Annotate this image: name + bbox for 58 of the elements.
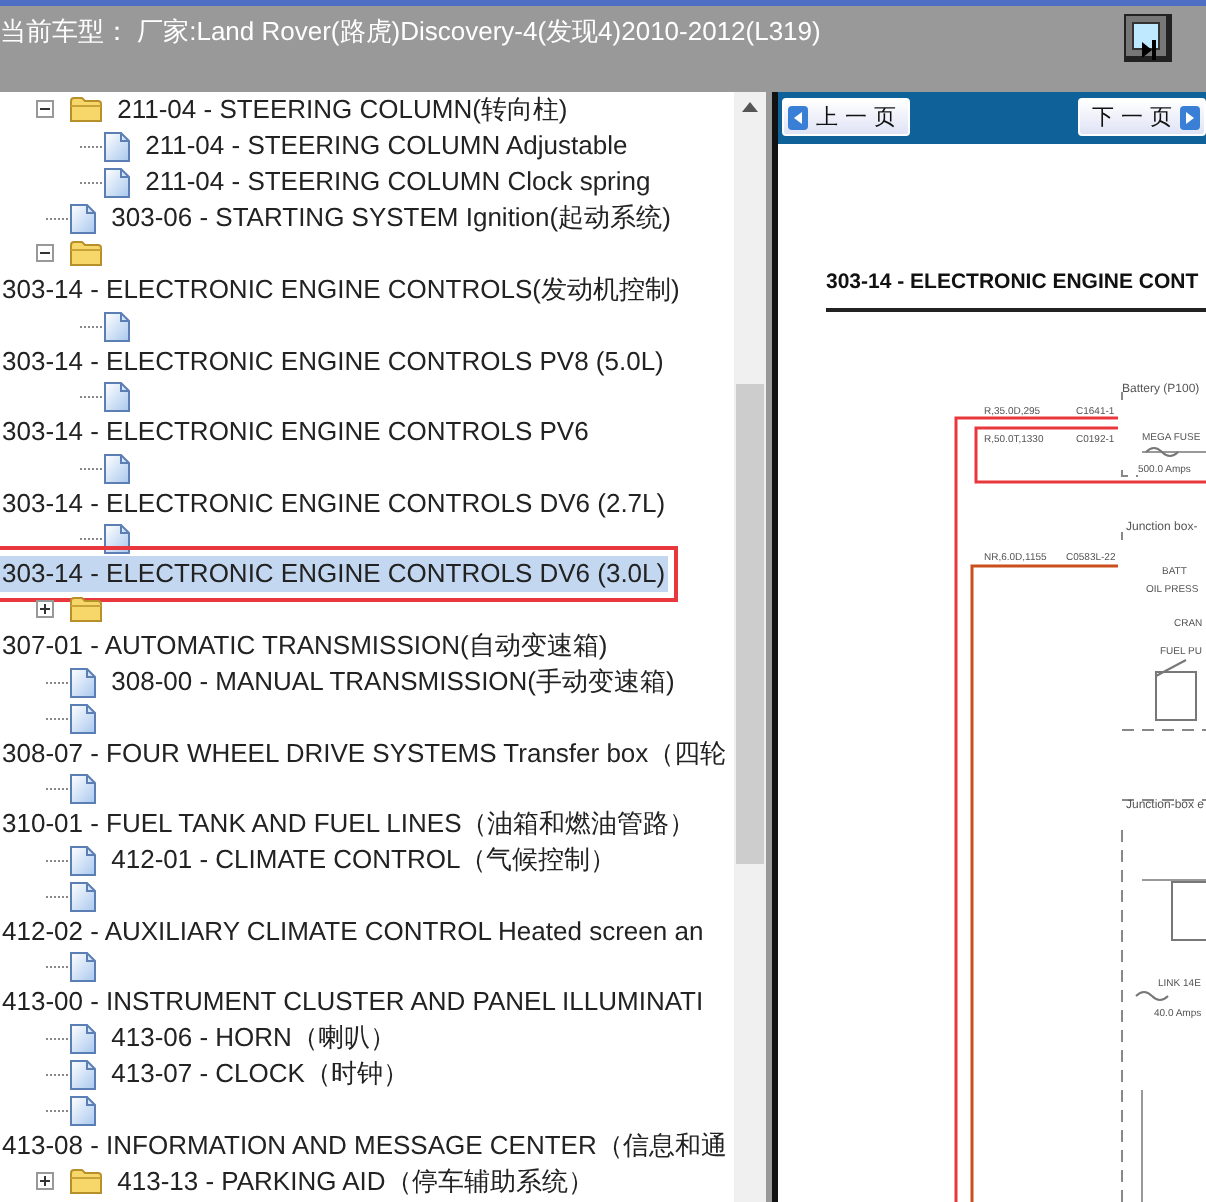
document-icon — [70, 1023, 96, 1054]
relay-symbol — [1171, 881, 1206, 941]
document-icon — [70, 204, 96, 234]
tree-item[interactable]: 211-04 - STEERING COLUMN Clock spring — [143, 164, 653, 200]
tree-item[interactable]: 303-14 - ELECTRONIC ENGINE CONTROLS DV6 (3.0L) — [0, 556, 668, 592]
tree-item[interactable]: 413-08 - INFORMATION AND MESSAGE CENTER（信息和通 — [0, 1127, 729, 1164]
scroll-up-icon[interactable] — [742, 102, 758, 112]
arrow-right-icon — [1180, 105, 1200, 129]
tree-item[interactable]: 211-04 - STEERING COLUMN(转向柱) — [115, 92, 570, 128]
go-button[interactable] — [1124, 14, 1172, 62]
tree-item[interactable]: 303-14 - ELECTRONIC ENGINE CONTROLS(发动机控制) — [0, 272, 682, 308]
fuse-symbol — [1145, 447, 1179, 457]
tree-item[interactable]: 310-01 - FUEL TANK AND FUEL LINES（油箱和燃油管路） — [0, 806, 698, 842]
tree-item[interactable]: 413-06 - HORN（喇叭） — [109, 1019, 398, 1056]
tree-item[interactable]: 413-07 - CLOCK（时钟） — [109, 1055, 411, 1092]
document-icon — [104, 168, 130, 198]
document-icon — [104, 132, 130, 162]
tree-item[interactable]: 308-00 - MANUAL TRANSMISSION(手动变速箱) — [109, 663, 677, 699]
scrollbar[interactable] — [734, 92, 766, 1202]
collapse-icon[interactable] — [36, 100, 54, 118]
relay-symbol — [1155, 659, 1197, 721]
expand-icon[interactable] — [36, 1171, 54, 1190]
expand-icon[interactable] — [36, 599, 54, 618]
document-icon — [70, 845, 96, 876]
folder-icon — [70, 595, 102, 622]
document-icon — [70, 1059, 96, 1090]
document-icon — [104, 382, 130, 413]
tree-item[interactable]: 303-06 - STARTING SYSTEM Ignition(起动系统) — [109, 200, 673, 236]
tree-item[interactable]: 412-02 - AUXILIARY CLIMATE CONTROL Heated screen an — [0, 913, 706, 949]
tree-item[interactable]: 413-13 - PARKING AID（停车辅助系统） — [115, 1163, 596, 1199]
tree-item[interactable]: 303-14 - ELECTRONIC ENGINE CONTROLS PV8 (5.0L) — [0, 343, 666, 379]
folder-icon — [70, 1167, 102, 1194]
document-icon — [70, 703, 96, 734]
vehicle-model-title: 当前车型： 厂家:Land Rover(路虎)Discovery-4(发现4)2010-2012(L319) — [0, 14, 821, 48]
next-page-button[interactable]: 下 一 页 — [1078, 98, 1206, 136]
tree-item[interactable]: 303-14 - ELECTRONIC ENGINE CONTROLS PV6 — [0, 414, 591, 450]
folder-icon — [70, 240, 102, 266]
arrow-left-icon — [788, 105, 808, 129]
tree-item[interactable]: 412-01 - CLIMATE CONTROL（气候控制） — [109, 841, 619, 877]
scrollbar-thumb[interactable] — [736, 384, 764, 864]
document-title: 303-14 - ELECTRONIC ENGINE CONT — [826, 268, 1199, 298]
document-icon — [104, 453, 130, 484]
previous-page-button[interactable]: 上 一 页 — [782, 98, 910, 136]
tree-item[interactable]: 413-00 - INSTRUMENT CLUSTER AND PANEL ILLUMINATI — [0, 984, 706, 1020]
tree-item[interactable]: 211-04 - STEERING COLUMN Adjustable — [143, 128, 630, 164]
document-icon — [70, 881, 96, 912]
tree-item[interactable]: 303-14 - ELECTRONIC ENGINE CONTROLS DV6 (2.7L) — [0, 485, 668, 521]
document-icon — [70, 1095, 96, 1126]
folder-icon — [70, 96, 102, 122]
tree-item[interactable]: 308-07 - FOUR WHEEL DRIVE SYSTEMS Transfer box（四轮 — [0, 735, 729, 771]
tree-item[interactable]: 307-01 - AUTOMATIC TRANSMISSION(自动变速箱) — [0, 627, 610, 664]
document-icon — [104, 524, 130, 555]
fuse-symbol — [1135, 991, 1169, 1001]
document-icon — [70, 774, 96, 805]
collapse-icon[interactable] — [36, 244, 54, 262]
document-icon — [70, 952, 96, 983]
document-icon — [104, 311, 130, 342]
document-icon — [70, 667, 96, 698]
